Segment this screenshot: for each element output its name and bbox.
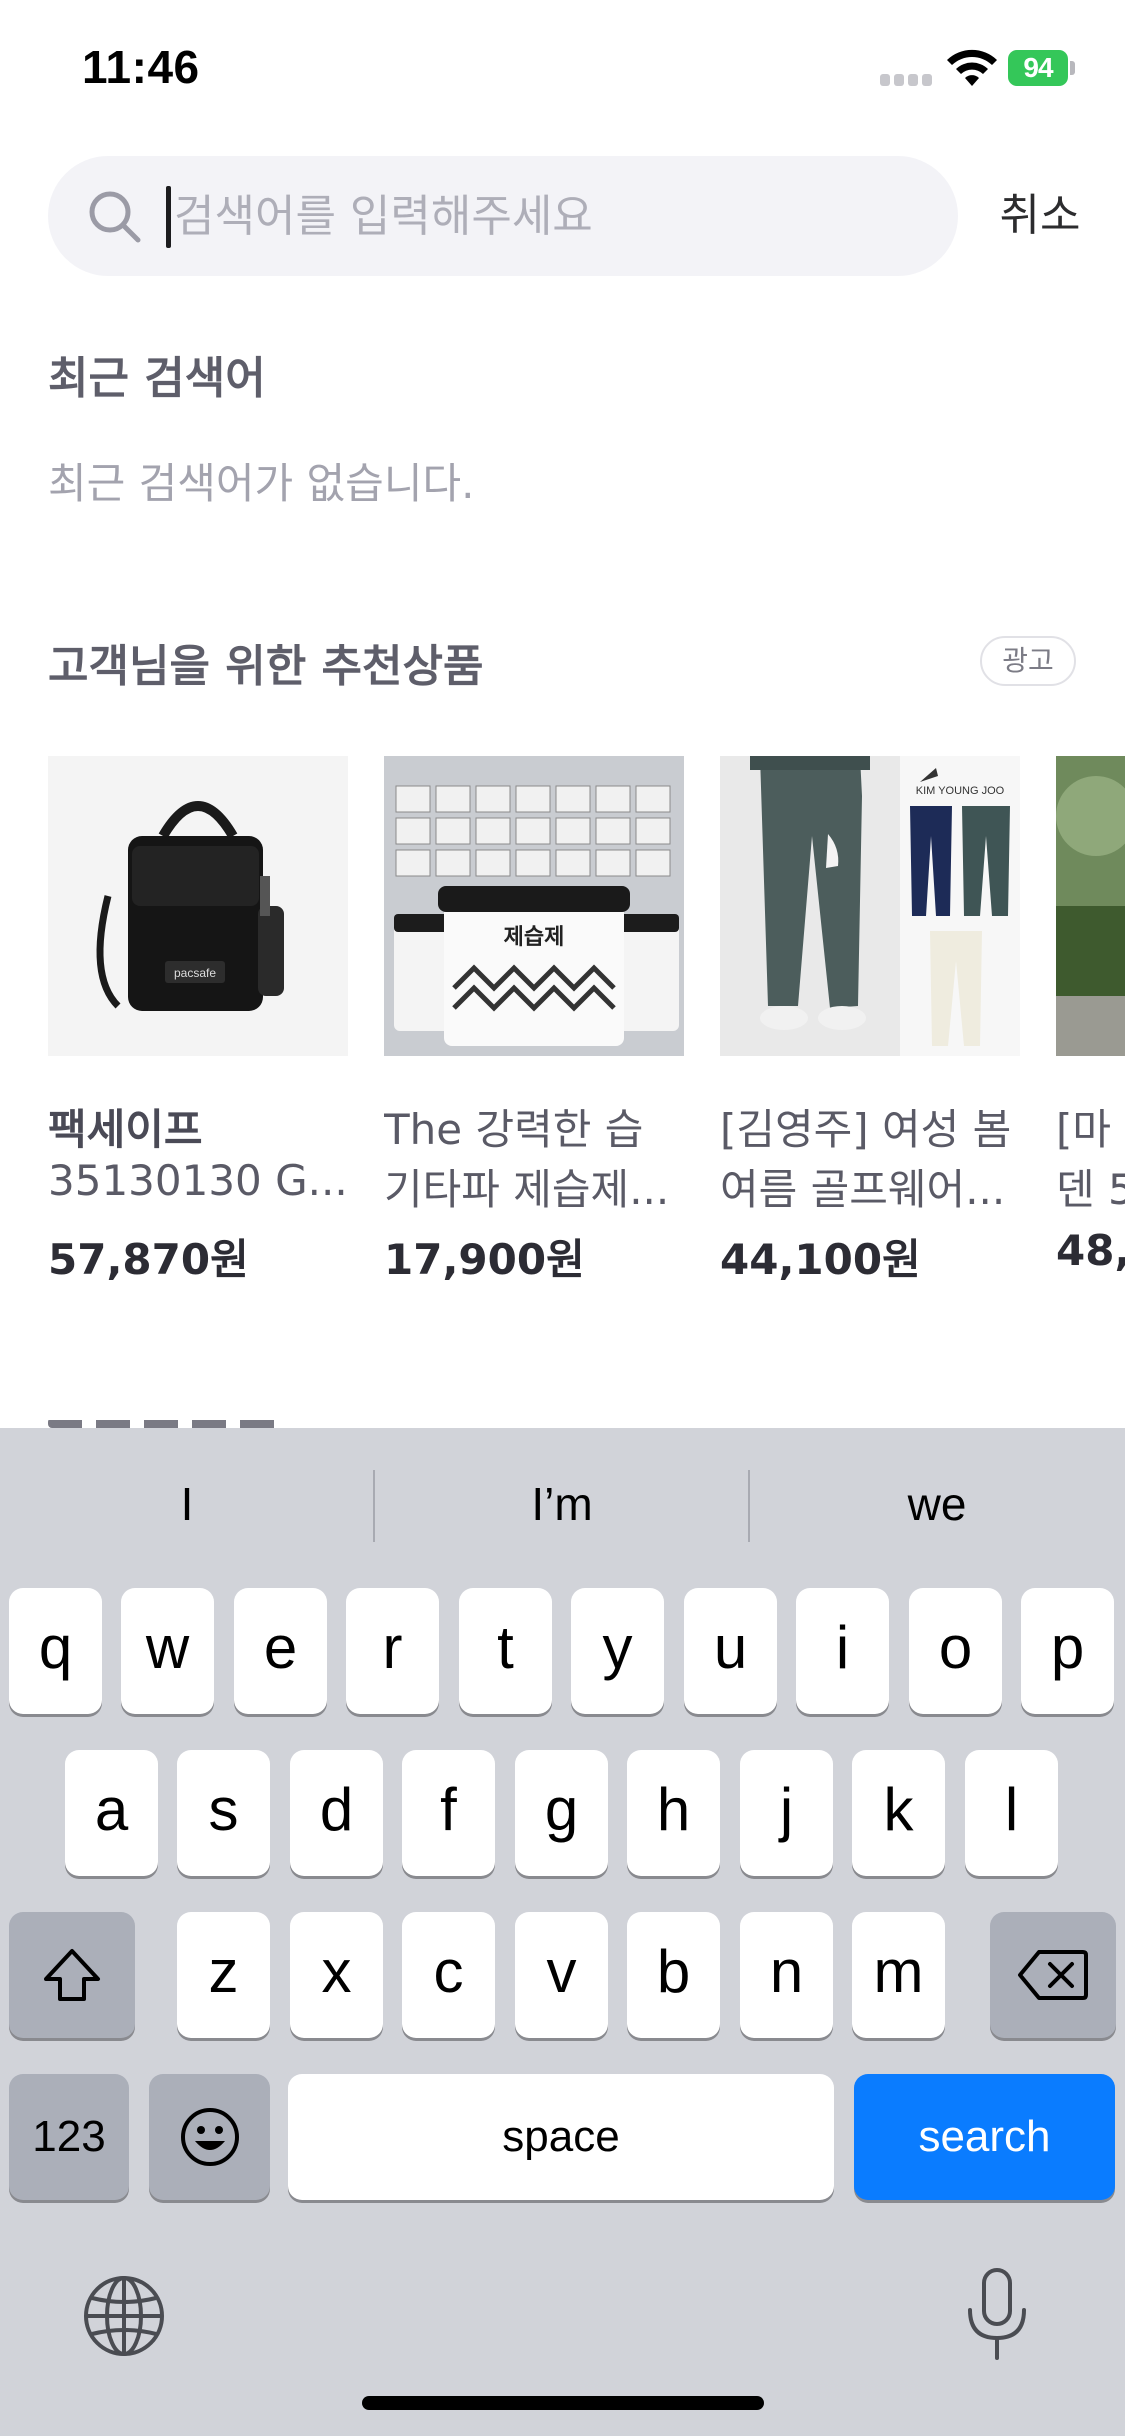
key-f[interactable]: f — [402, 1750, 495, 1876]
suggestion-3[interactable]: we — [750, 1464, 1124, 1544]
emoji-key[interactable] — [149, 2074, 270, 2200]
delete-icon — [1018, 1950, 1088, 2000]
home-indicator[interactable] — [362, 2396, 764, 2410]
product-carousel[interactable]: pacsafe 팩세이프 35130130 G... 57,870원 제습제 T… — [48, 756, 1125, 1316]
cancel-button[interactable]: 취소 — [985, 180, 1095, 252]
key-h[interactable]: h — [627, 1750, 720, 1876]
key-r[interactable]: r — [346, 1588, 439, 1714]
text-cursor — [166, 186, 171, 248]
product-name-line2: 덴 5 — [1056, 1165, 1125, 1214]
key-i[interactable]: i — [796, 1588, 889, 1714]
key-l[interactable]: l — [965, 1750, 1058, 1876]
key-d[interactable]: d — [290, 1750, 383, 1876]
key-z[interactable]: z — [177, 1912, 270, 2038]
key-e[interactable]: e — [234, 1588, 327, 1714]
recent-searches-empty-message: 최근 검색어가 없습니다. — [48, 459, 475, 508]
emoji-icon — [180, 2108, 239, 2166]
shift-key[interactable] — [9, 1912, 135, 2038]
recommended-products-title: 고객님을 위한 추천상품 — [48, 641, 484, 692]
product-name-line2: 여름 골프웨어... — [720, 1165, 1006, 1214]
brand-logo-text: KIM YOUNG JOO — [916, 785, 1005, 797]
product-card[interactable]: 제습제 The 강력한 습 기타파 제습제... 17,900원 — [384, 756, 684, 1316]
numbers-key[interactable]: 123 — [9, 2074, 129, 2200]
product-price: 48, — [1056, 1226, 1125, 1275]
product-price: 44,100원 — [720, 1235, 921, 1284]
key-g[interactable]: g — [515, 1750, 608, 1876]
battery-icon: 94 — [1008, 50, 1075, 86]
key-a[interactable]: a — [65, 1750, 158, 1876]
product-image[interactable] — [1056, 756, 1125, 1056]
outdoor-photo-image — [1056, 756, 1125, 1056]
product-card[interactable]: [마 덴 5 48, — [1056, 756, 1125, 1316]
wifi-icon — [947, 49, 997, 86]
product-image[interactable]: 제습제 — [384, 756, 684, 1056]
search-key[interactable]: search — [854, 2074, 1115, 2200]
status-time: 11:46 — [82, 41, 200, 93]
battery-level: 94 — [1023, 52, 1053, 83]
product-image[interactable]: KIM YOUNG JOO — [720, 756, 1020, 1056]
shift-arrow-icon — [44, 1949, 100, 2001]
product-card[interactable]: pacsafe 팩세이프 35130130 G... 57,870원 — [48, 756, 348, 1316]
search-input[interactable] — [174, 156, 934, 276]
key-t[interactable]: t — [459, 1588, 552, 1714]
key-o[interactable]: o — [909, 1588, 1002, 1714]
product-price: 57,870원 — [48, 1235, 249, 1284]
cellular-signal-icon — [880, 74, 934, 86]
suggestion-1[interactable]: I — [0, 1464, 374, 1544]
key-w[interactable]: w — [121, 1588, 214, 1714]
key-j[interactable]: j — [740, 1750, 833, 1876]
key-n[interactable]: n — [740, 1912, 833, 2038]
product-name: 35130130 G... — [48, 1156, 348, 1205]
key-k[interactable]: k — [852, 1750, 945, 1876]
product-name-line1: [김영주] 여성 봄 — [720, 1105, 1012, 1154]
key-b[interactable]: b — [627, 1912, 720, 2038]
suggestion-2[interactable]: I’m — [375, 1464, 749, 1544]
golf-pants-image: KIM YOUNG JOO — [720, 756, 1020, 1056]
key-v[interactable]: v — [515, 1912, 608, 2038]
key-y[interactable]: y — [571, 1588, 664, 1714]
space-key[interactable]: space — [288, 2074, 834, 2200]
key-c[interactable]: c — [402, 1912, 495, 2038]
search-bar[interactable] — [48, 156, 958, 276]
key-s[interactable]: s — [177, 1750, 270, 1876]
recent-searches-title: 최근 검색어 — [48, 353, 266, 404]
product-card[interactable]: KIM YOUNG JOO [김영주] 여성 봄 여름 골프웨어... 44,1… — [720, 756, 1020, 1316]
product-name-line1: [마 — [1056, 1105, 1112, 1154]
key-u[interactable]: u — [684, 1588, 777, 1714]
product-price: 17,900원 — [384, 1235, 585, 1284]
crossbody-bag-image: pacsafe — [96, 801, 284, 1011]
dehumidifier-image: 제습제 — [394, 785, 679, 1046]
bag-logo-text: pacsafe — [174, 966, 216, 980]
product-name-line2: 기타파 제습제... — [384, 1165, 670, 1214]
product-brand: 팩세이프 — [48, 1105, 203, 1154]
backspace-key[interactable] — [990, 1912, 1116, 2038]
search-icon — [89, 191, 141, 243]
keyboard: I I’m we q w e r t y u i o p a s d f g h… — [0, 1428, 1125, 2436]
ad-badge[interactable]: 광고 — [980, 636, 1076, 686]
microphone-icon[interactable] — [962, 2266, 1032, 2362]
globe-icon[interactable] — [82, 2274, 166, 2358]
key-x[interactable]: x — [290, 1912, 383, 2038]
key-q[interactable]: q — [9, 1588, 102, 1714]
product-image[interactable]: pacsafe — [48, 756, 348, 1056]
status-bar: 11:46 94 — [0, 0, 1125, 140]
key-p[interactable]: p — [1021, 1588, 1114, 1714]
product-image-text: 제습제 — [504, 925, 565, 950]
key-m[interactable]: m — [852, 1912, 945, 2038]
product-name-line1: The 강력한 습 — [384, 1105, 644, 1154]
